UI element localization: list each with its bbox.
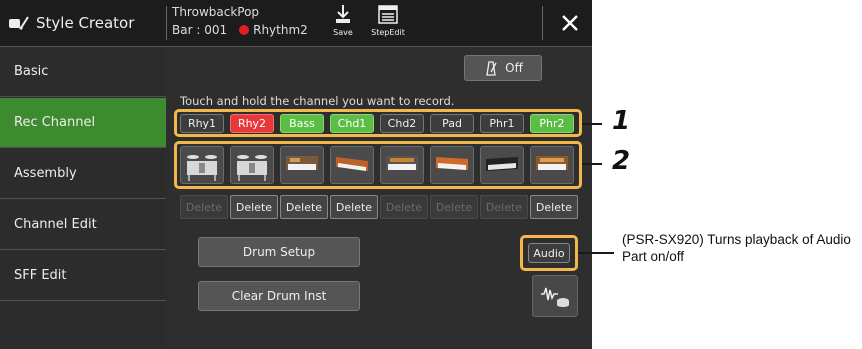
delete-button-chd2[interactable]: Delete	[380, 195, 428, 219]
voice-button-phr1[interactable]	[480, 146, 524, 184]
channel-label: Rhy2	[237, 117, 267, 130]
audio-button[interactable]: Audio	[528, 243, 570, 263]
delete-label: Delete	[235, 200, 273, 214]
clear-drum-inst-label: Clear Drum Inst	[231, 289, 327, 303]
sidebar-item-rec-channel[interactable]: Rec Channel	[0, 98, 166, 148]
channel-label: Chd2	[387, 117, 417, 130]
delete-button-phr2[interactable]: Delete	[530, 195, 578, 219]
rhythm-label: Rhythm2	[253, 23, 308, 37]
record-dot-icon	[239, 25, 250, 35]
save-icon	[336, 5, 350, 23]
delete-button-rhy2[interactable]: Delete	[230, 195, 278, 219]
bar-label: Bar : 001	[172, 23, 228, 37]
synth-icon	[486, 157, 518, 171]
delete-button-chd1[interactable]: Delete	[330, 195, 378, 219]
channel-button-phr2[interactable]: Phr2	[530, 114, 574, 133]
callout-line-audio	[578, 252, 614, 254]
keyboard-icon	[386, 156, 418, 170]
audio-part-button[interactable]	[532, 275, 578, 317]
instruction-text: Touch and hold the channel you want to r…	[180, 94, 455, 108]
sidebar: Basic Rec Channel Assembly Channel Edit …	[0, 47, 166, 349]
channel-label: Pad	[442, 117, 462, 130]
close-icon	[562, 15, 578, 31]
sidebar-item-label: Channel Edit	[14, 217, 97, 232]
bar-rhythm-info: Bar : 001 Rhythm2	[172, 23, 308, 37]
voice-button-rhy1[interactable]	[180, 146, 224, 184]
sidebar-item-label: Basic	[14, 64, 49, 79]
header-divider	[542, 6, 543, 40]
clear-drum-inst-button[interactable]: Clear Drum Inst	[198, 281, 360, 311]
sidebar-item-assembly[interactable]: Assembly	[0, 149, 166, 199]
drum-kit-icon	[237, 155, 267, 181]
channel-button-chd2[interactable]: Chd2	[380, 114, 424, 133]
metronome-icon	[486, 61, 497, 76]
save-button[interactable]: Save	[326, 4, 360, 44]
delete-button-phr1[interactable]: Delete	[480, 195, 528, 219]
song-name: ThrowbackPop	[172, 5, 260, 19]
channel-label: Bass	[289, 117, 315, 130]
voice-button-pad[interactable]	[430, 146, 474, 184]
channel-label: Phr1	[489, 117, 515, 130]
save-label: Save	[333, 28, 353, 37]
keyboard-icon	[336, 157, 368, 171]
channel-label: Chd1	[337, 117, 367, 130]
channel-label: Rhy1	[187, 117, 217, 130]
keyboard-icon	[536, 156, 568, 170]
channel-button-pad[interactable]: Pad	[430, 114, 474, 133]
metronome-label: Off	[505, 61, 523, 75]
drum-setup-label: Drum Setup	[242, 245, 316, 259]
delete-label: Delete	[485, 200, 523, 214]
channel-button-bass[interactable]: Bass	[280, 114, 324, 133]
delete-button-bass[interactable]: Delete	[280, 195, 328, 219]
delete-label: Delete	[435, 200, 473, 214]
delete-button-rhy1[interactable]: Delete	[180, 195, 228, 219]
audio-waveform-icon	[541, 287, 569, 307]
audio-callout-note: (PSR-SX920) Turns playback of Audio Part…	[622, 232, 851, 264]
voice-button-chd1[interactable]	[330, 146, 374, 184]
delete-label: Delete	[335, 200, 373, 214]
sidebar-item-basic[interactable]: Basic	[0, 47, 166, 97]
sidebar-item-label: Rec Channel	[14, 115, 96, 130]
step-edit-label: StepEdit	[371, 28, 405, 37]
drum-setup-button[interactable]: Drum Setup	[198, 237, 360, 267]
voice-button-chd2[interactable]	[380, 146, 424, 184]
channel-button-phr1[interactable]: Phr1	[480, 114, 524, 133]
channel-label: Phr2	[539, 117, 565, 130]
channel-button-rhy2[interactable]: Rhy2	[230, 114, 274, 133]
audio-label: Audio	[533, 246, 565, 260]
channel-button-chd1[interactable]: Chd1	[330, 114, 374, 133]
app-title-text: Style Creator	[36, 14, 135, 32]
keyboard-icon	[436, 157, 468, 170]
step-edit-button[interactable]: StepEdit	[368, 4, 408, 44]
delete-label: Delete	[385, 200, 423, 214]
voice-button-bass[interactable]	[280, 146, 324, 184]
main-panel: Off Touch and hold the channel you want …	[166, 47, 592, 349]
header-divider	[166, 6, 167, 40]
app-title: Style Creator	[8, 0, 166, 46]
sidebar-item-label: SFF Edit	[14, 268, 67, 283]
metronome-button[interactable]: Off	[464, 55, 542, 81]
style-creator-icon	[8, 14, 30, 32]
delete-button-pad[interactable]: Delete	[430, 195, 478, 219]
delete-label: Delete	[535, 200, 573, 214]
step-edit-icon	[378, 5, 398, 24]
delete-label: Delete	[185, 200, 223, 214]
sidebar-item-channel-edit[interactable]: Channel Edit	[0, 200, 166, 250]
voice-button-rhy2[interactable]	[230, 146, 274, 184]
drum-kit-icon	[187, 155, 217, 181]
delete-label: Delete	[285, 200, 323, 214]
voice-button-phr2[interactable]	[530, 146, 574, 184]
header-bar: Style Creator ThrowbackPop Bar : 001 Rhy…	[0, 0, 592, 47]
channel-button-rhy1[interactable]: Rhy1	[180, 114, 224, 133]
sidebar-item-sff-edit[interactable]: SFF Edit	[0, 251, 166, 301]
callout-line-1	[582, 123, 602, 125]
close-button[interactable]	[548, 0, 592, 46]
style-creator-screen: Style Creator ThrowbackPop Bar : 001 Rhy…	[0, 0, 592, 349]
callout-line-2	[582, 163, 602, 165]
keyboard-icon	[286, 156, 318, 170]
callout-number-2: 2	[612, 146, 631, 176]
callout-number-1: 1	[612, 106, 631, 136]
sidebar-item-label: Assembly	[14, 166, 77, 181]
